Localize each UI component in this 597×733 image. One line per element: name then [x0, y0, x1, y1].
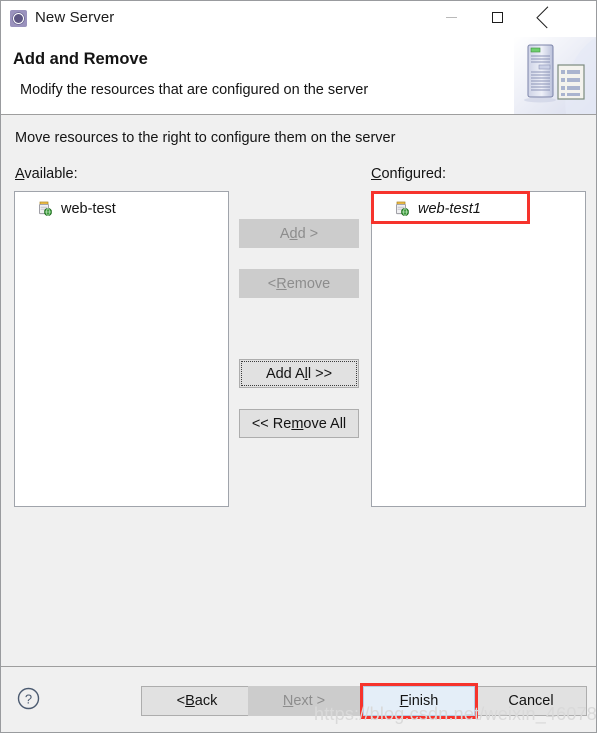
remove-all-button-mnemonic: m — [291, 415, 304, 432]
finish-button[interactable]: Finish — [363, 686, 475, 716]
back-button-pre: < — [176, 693, 186, 709]
back-button-post: ack — [194, 693, 218, 709]
remove-button-post: emove — [286, 275, 331, 292]
list-item-label: web-test1 — [418, 201, 481, 217]
title-bar: New Server — [1, 1, 596, 37]
next-button[interactable]: Next > — [248, 686, 360, 716]
list-item[interactable]: web-test1 — [394, 198, 481, 220]
next-button-mnemonic: N — [282, 693, 294, 709]
remove-button-pre: < — [267, 275, 277, 292]
instruction-text: Move resources to the right to configure… — [15, 130, 396, 146]
add-all-button[interactable]: Add All >> — [239, 359, 359, 388]
next-button-post: ext > — [293, 693, 326, 709]
svg-text:?: ? — [25, 692, 32, 707]
close-icon — [537, 11, 550, 24]
back-button-mnemonic: B — [185, 693, 195, 709]
available-label: Available: — [15, 166, 78, 182]
maximize-icon — [491, 11, 503, 23]
finish-button-mnemonic: F — [399, 693, 409, 709]
dialog-body: Move resources to the right to configure… — [1, 115, 596, 666]
list-item-label: web-test — [61, 201, 116, 217]
add-all-button-pre: Add A — [265, 365, 305, 382]
help-icon: ? — [17, 687, 40, 710]
available-list[interactable]: web-test — [14, 191, 229, 507]
available-label-mnemonic: A — [15, 166, 25, 182]
remove-button-mnemonic: R — [276, 275, 287, 292]
web-module-icon — [37, 201, 53, 217]
configured-list[interactable]: web-test1 — [371, 191, 586, 507]
page-description: Modify the resources that are configured… — [20, 82, 369, 98]
page-title: Add and Remove — [13, 50, 148, 68]
new-server-dialog: New Server Add and Remove Modify the res… — [0, 0, 597, 733]
configured-label-mnemonic: C — [371, 166, 382, 182]
configured-label-post: onfigured: — [381, 166, 446, 182]
available-label-post: vailable: — [24, 166, 78, 182]
server-and-document-banner — [514, 37, 596, 114]
add-button-post: d > — [297, 225, 319, 242]
add-button[interactable]: Add > — [239, 219, 359, 248]
configured-label: Configured: — [371, 166, 446, 182]
add-all-button-post: l >> — [307, 365, 333, 382]
remove-button[interactable]: < Remove — [239, 269, 359, 298]
remove-all-button-post: ove All — [303, 415, 347, 432]
remove-all-button[interactable]: << Re m ove All — [239, 409, 359, 438]
minimize-button[interactable] — [428, 1, 474, 33]
maximize-button[interactable] — [474, 1, 520, 33]
close-button[interactable] — [520, 1, 566, 33]
remove-all-button-pre: << Re — [251, 415, 292, 432]
add-button-mnemonic: d — [289, 225, 298, 242]
help-button[interactable]: ? — [17, 687, 40, 710]
cancel-button-post: Cancel — [508, 693, 554, 709]
dialog-footer: ? < Back Next > Finish Cancel — [1, 666, 596, 732]
add-button-pre: A — [279, 225, 290, 242]
wizard-header: Add and Remove Modify the resources that… — [1, 37, 596, 115]
minimize-icon — [445, 16, 457, 18]
web-module-icon — [394, 201, 410, 217]
list-item[interactable]: web-test — [37, 198, 116, 220]
back-button[interactable]: < Back — [141, 686, 253, 716]
finish-button-post: inish — [408, 693, 439, 709]
server-gear-icon — [10, 10, 27, 27]
window-title: New Server — [35, 9, 115, 26]
cancel-button[interactable]: Cancel — [475, 686, 587, 716]
